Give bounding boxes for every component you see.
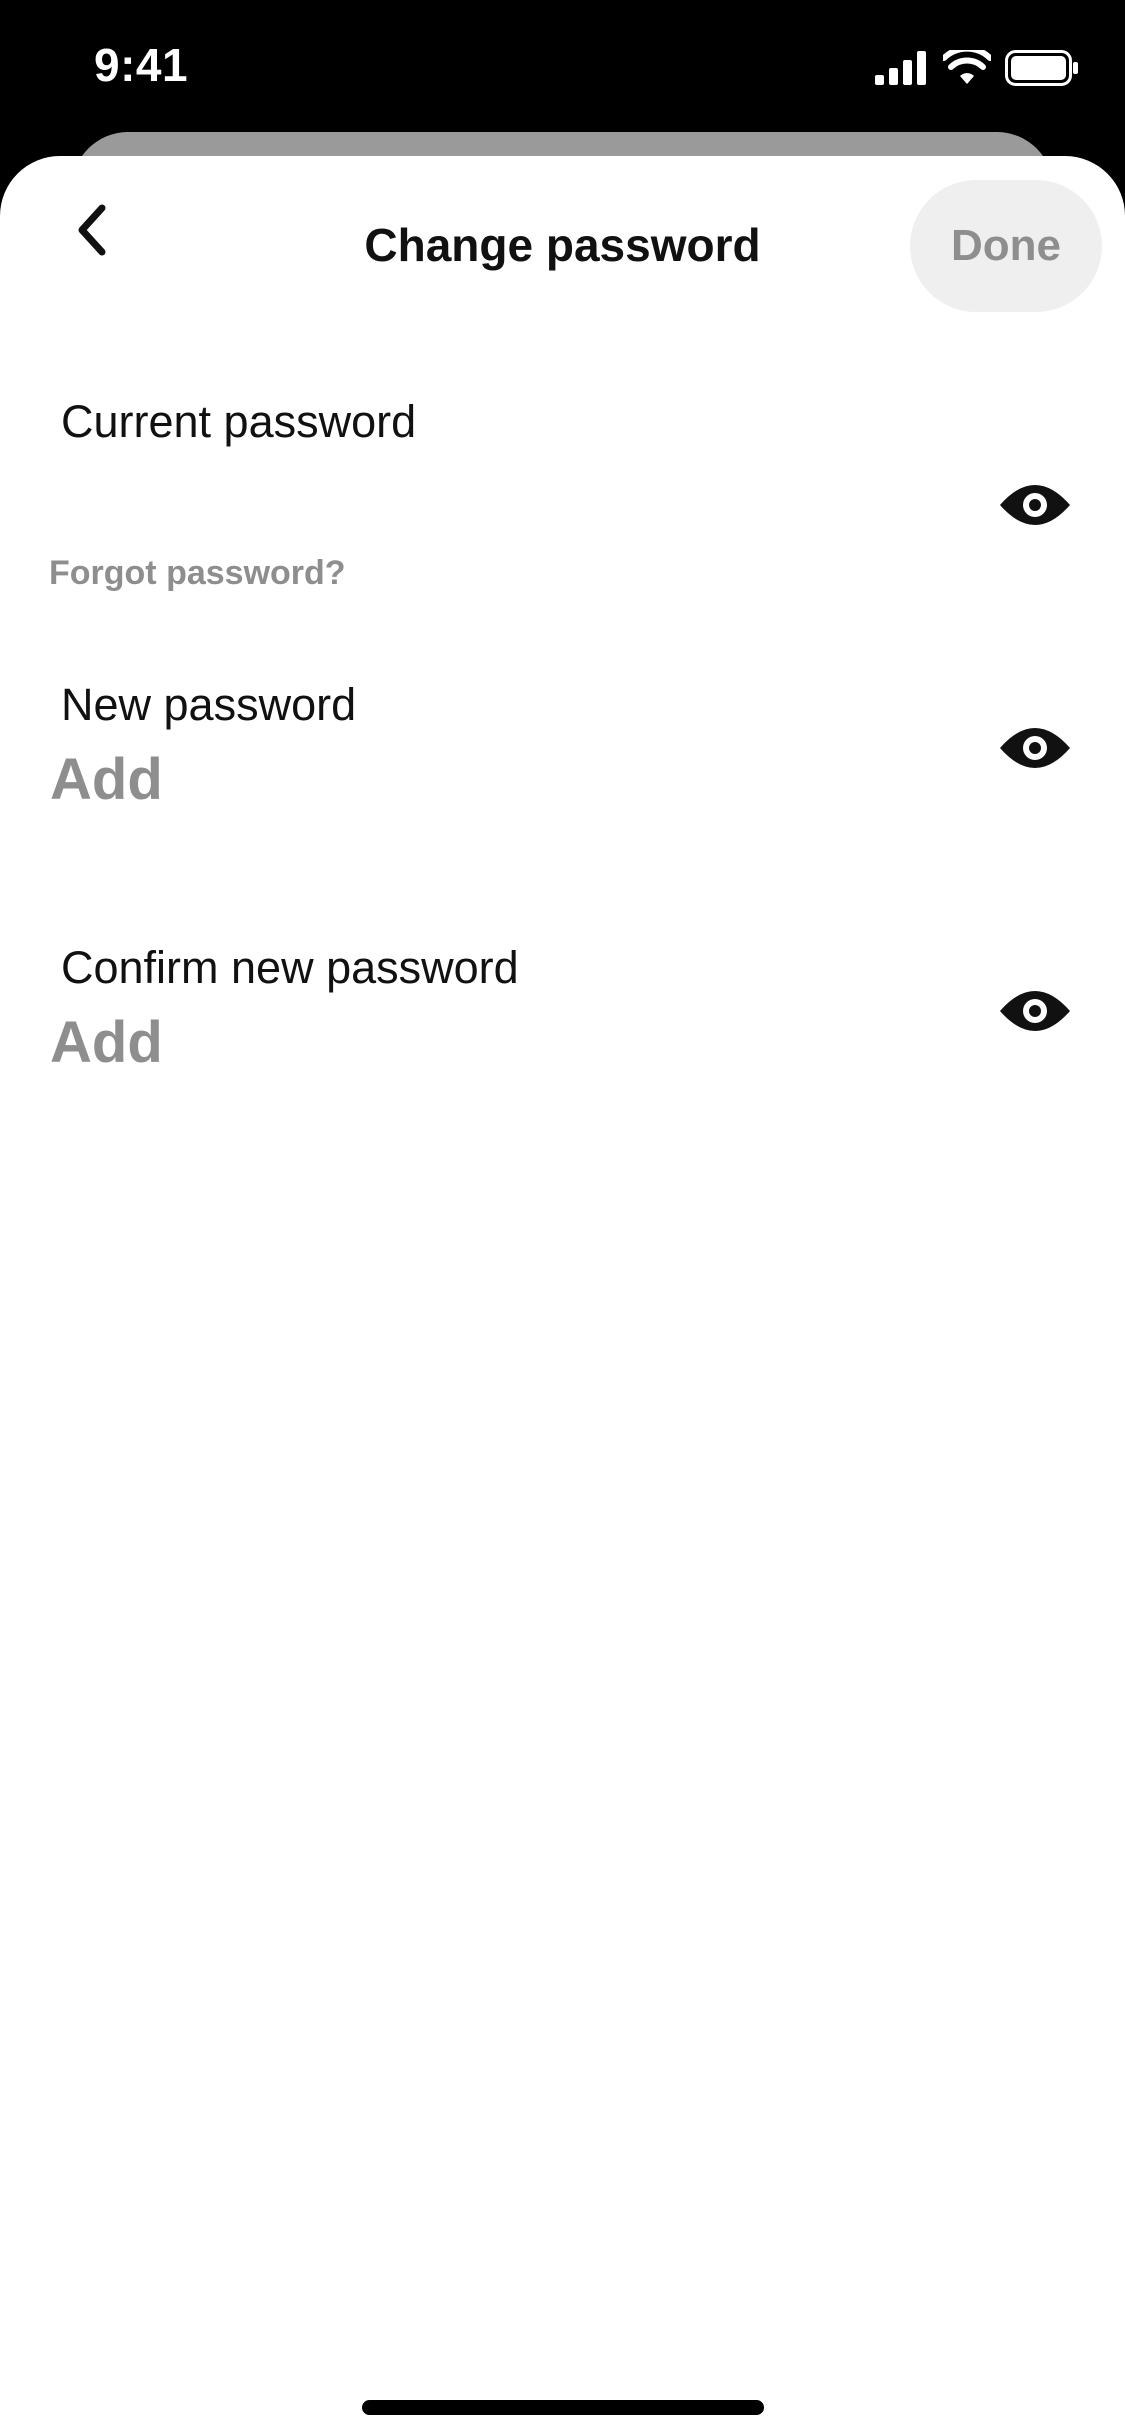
confirm-password-field: Confirm new password bbox=[0, 942, 1125, 1082]
forgot-password-link[interactable]: Forgot password? bbox=[49, 554, 346, 593]
new-password-field: New password bbox=[0, 679, 1125, 819]
cellular-signal-icon bbox=[875, 50, 929, 90]
current-password-visibility-toggle[interactable] bbox=[990, 462, 1080, 552]
status-bar: 9:41 bbox=[0, 0, 1125, 140]
eye-icon bbox=[998, 479, 1072, 536]
eye-icon bbox=[998, 985, 1072, 1042]
current-password-field: Current password bbox=[0, 396, 1125, 532]
wifi-icon bbox=[941, 45, 993, 91]
nav-bar: Change password Done bbox=[0, 156, 1125, 316]
new-password-input[interactable] bbox=[50, 741, 950, 817]
eye-icon bbox=[998, 722, 1072, 779]
battery-icon bbox=[1005, 49, 1079, 91]
current-password-input[interactable] bbox=[50, 462, 950, 532]
confirm-password-label: Confirm new password bbox=[61, 942, 519, 993]
confirm-password-visibility-toggle[interactable] bbox=[990, 968, 1080, 1058]
home-indicator[interactable] bbox=[362, 2400, 764, 2415]
status-icons bbox=[875, 45, 1079, 92]
status-time: 9:41 bbox=[94, 39, 189, 91]
current-password-label: Current password bbox=[61, 396, 417, 447]
done-button[interactable]: Done bbox=[910, 180, 1102, 312]
new-password-label: New password bbox=[61, 679, 357, 730]
confirm-password-input[interactable] bbox=[50, 1004, 950, 1080]
new-password-visibility-toggle[interactable] bbox=[990, 705, 1080, 795]
change-password-sheet: Change password Done Current password Fo… bbox=[0, 156, 1125, 2436]
